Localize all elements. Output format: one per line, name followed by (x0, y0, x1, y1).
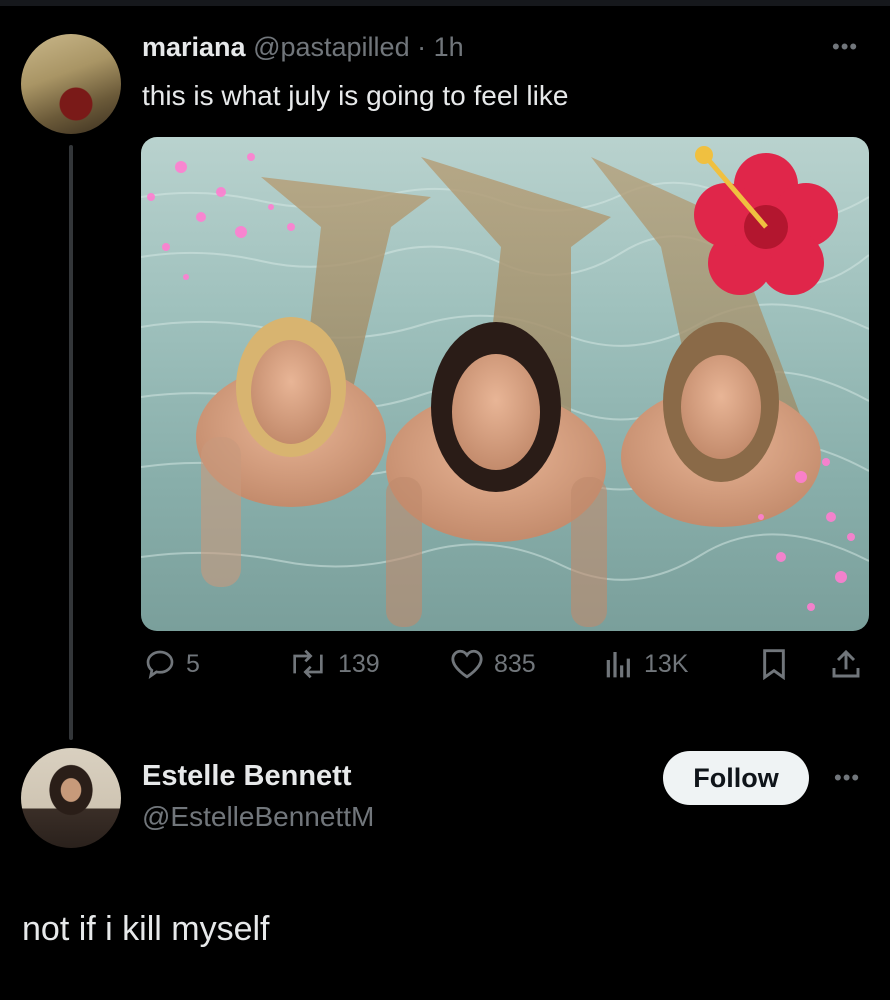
bookmark-icon (763, 649, 785, 680)
reply-button[interactable]: 5 (144, 648, 200, 680)
share-button[interactable] (830, 648, 862, 680)
share-icon (832, 649, 860, 678)
thread-line (69, 145, 73, 740)
sparkle-sticker (147, 153, 295, 280)
avatar[interactable] (21, 748, 121, 848)
bar-chart-icon (606, 652, 630, 678)
timestamp[interactable]: 1h (434, 32, 464, 62)
like-count: 835 (494, 649, 536, 678)
bookmark-button[interactable] (760, 648, 788, 680)
repost-button[interactable]: 139 (288, 648, 380, 680)
reply-author-name[interactable]: Estelle Bennett (142, 760, 374, 793)
view-count: 13K (644, 649, 689, 678)
time-separator: · (417, 32, 427, 62)
avatar[interactable] (21, 34, 121, 134)
repost-count: 139 (338, 649, 380, 678)
tweet-header: mariana @pastapilled · 1h (142, 32, 464, 63)
reply-author-handle[interactable]: @EstelleBennettM (142, 801, 374, 833)
reply-text: not if i kill myself (22, 910, 270, 948)
like-button[interactable]: 835 (450, 648, 536, 680)
views-button[interactable]: 13K (604, 648, 688, 680)
author-name[interactable]: mariana (142, 32, 246, 62)
top-divider (0, 0, 890, 6)
tweet-text: this is what july is going to feel like (142, 80, 569, 111)
follow-button[interactable]: Follow (663, 751, 809, 805)
author-handle[interactable]: @pastapilled (253, 32, 410, 62)
more-horizontal-icon[interactable]: ••• (834, 765, 860, 791)
mermaid-photo (141, 146, 869, 627)
reply-header: Estelle Bennett @EstelleBennettM (142, 760, 374, 833)
tweet-media[interactable] (141, 137, 869, 631)
more-horizontal-icon[interactable]: ••• (832, 34, 858, 60)
reply-count: 5 (186, 649, 200, 678)
hibiscus-sticker (694, 146, 838, 295)
repost-icon (293, 649, 323, 679)
tweet-actions: 5 139 835 13K (142, 648, 870, 692)
heart-icon (451, 649, 483, 679)
reply-icon (146, 650, 174, 680)
